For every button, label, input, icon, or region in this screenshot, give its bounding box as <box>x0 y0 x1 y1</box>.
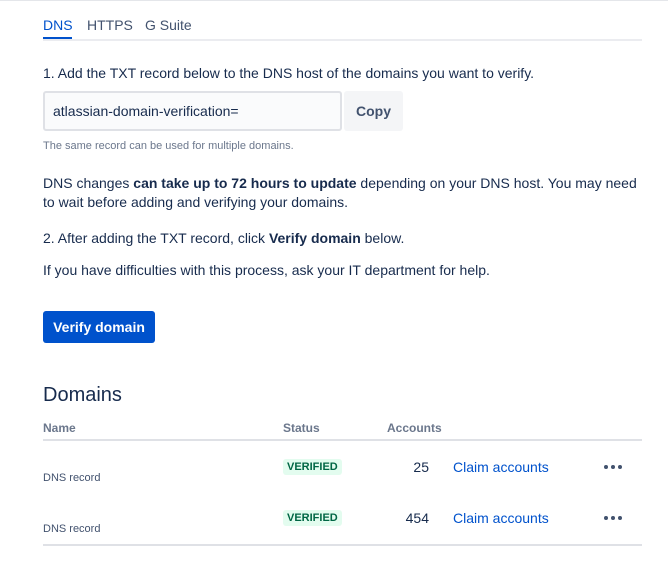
table-row: DNS record VERIFIED 25 Claim accounts <box>0 451 668 501</box>
more-horizontal-icon[interactable] <box>599 457 627 477</box>
record-helper-text: The same record can be used for multiple… <box>43 140 294 152</box>
domain-name: DNS record <box>43 472 101 484</box>
step-2-suffix: below. <box>360 230 405 246</box>
status-badge: VERIFIED <box>283 510 342 526</box>
claim-accounts-link[interactable]: Claim accounts <box>453 459 549 475</box>
accounts-count: 25 <box>413 459 429 475</box>
dns-note-prefix: DNS changes <box>43 175 134 191</box>
tab-g-suite[interactable]: G Suite <box>145 17 192 33</box>
verify-domain-button[interactable]: Verify domain <box>43 311 155 343</box>
help-text: If you have difficulties with this proce… <box>43 262 490 278</box>
accounts-count: 454 <box>405 510 429 526</box>
active-tab-indicator <box>43 37 72 39</box>
step-2-instruction: 2. After adding the TXT record, click Ve… <box>43 228 404 248</box>
dns-note-bold: can take up to 72 hours to update <box>133 175 357 191</box>
table-bottom-divider <box>43 544 642 546</box>
domain-verification-page: DNS HTTPS G Suite 1. Add the TXT record … <box>0 0 668 568</box>
step-1-instruction: 1. Add the TXT record below to the DNS h… <box>43 65 535 81</box>
verification-method-tabs: DNS HTTPS G Suite <box>43 1 642 41</box>
step-2-bold: Verify domain <box>268 230 361 246</box>
tab-dns[interactable]: DNS <box>43 17 73 33</box>
claim-accounts-link[interactable]: Claim accounts <box>453 510 549 526</box>
domains-heading: Domains <box>43 384 122 406</box>
step-2-prefix: 2. After adding the TXT record, click <box>43 230 269 246</box>
column-header-accounts: Accounts <box>387 421 442 435</box>
more-horizontal-icon[interactable] <box>599 508 627 528</box>
column-header-name: Name <box>43 421 76 435</box>
copy-button[interactable]: Copy <box>344 91 403 131</box>
tab-https[interactable]: HTTPS <box>87 17 133 33</box>
dns-propagation-note: DNS changes can take up to 72 hours to u… <box>43 173 637 193</box>
dns-note-line-2: to wait before adding and verifying your… <box>43 194 349 210</box>
dns-note-suffix: depending on your DNS host. You may need <box>356 175 637 191</box>
txt-record-field[interactable] <box>43 91 342 131</box>
column-header-status: Status <box>283 421 320 435</box>
status-badge: VERIFIED <box>283 459 342 475</box>
domain-name: DNS record <box>43 523 101 535</box>
table-header-divider <box>43 439 642 441</box>
